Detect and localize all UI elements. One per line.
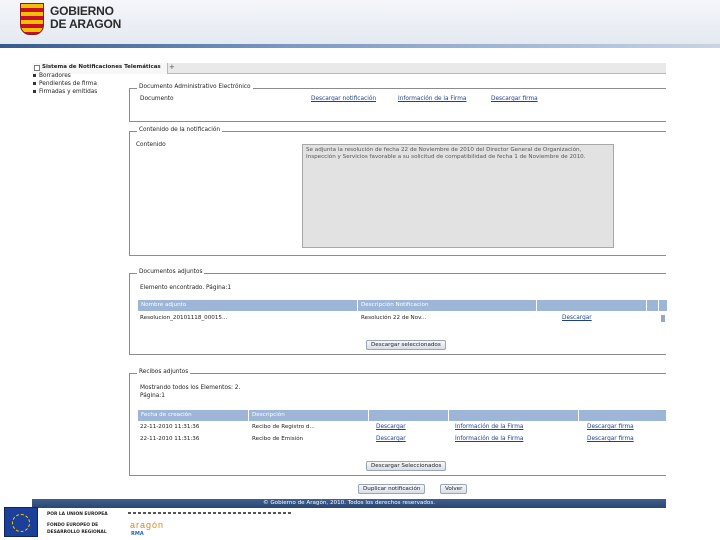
- receipts-legend: Recibos adjuntos: [137, 369, 191, 375]
- attachments-legend: Documentos adjuntos: [137, 269, 205, 275]
- eu-text-line-1: POR LA UNION EUROPEA: [47, 512, 108, 517]
- receipt-description: Recibo de Emisión: [252, 436, 304, 442]
- page-icon: [34, 65, 40, 71]
- sidebar-nav: Borradores Pendientes de firma Firmadas …: [32, 72, 132, 96]
- logo-line-2: DE ARAGON: [50, 17, 122, 31]
- content-legend: Contenido de la notificación: [137, 127, 223, 133]
- duplicate-notification-button[interactable]: Duplicar notificación: [358, 484, 426, 494]
- col-header-name[interactable]: Nombre adjunto: [138, 300, 358, 311]
- aragon-brand-logo: aragón: [130, 520, 165, 530]
- table-row: 22-11-2010 11:31:36 Recibo de Emisión De…: [138, 434, 667, 445]
- receipt-description: Recibo de Registro d...: [252, 424, 315, 430]
- content-panel: Contenido de la notificación Contenido S…: [129, 127, 666, 256]
- browser-tab-label: Sistema de Notificaciones Telemáticas: [42, 64, 161, 70]
- attachment-checkbox[interactable]: [661, 315, 665, 322]
- col-header-blank-a: [369, 410, 449, 421]
- receipts-found-text: Mostrando todos los Elementos: 2.: [140, 385, 241, 391]
- footer-divider: [128, 512, 293, 514]
- receipt-download-link[interactable]: Descargar: [376, 434, 406, 445]
- attachments-found-text: Elemento encontrado. Página:1: [140, 285, 232, 291]
- table-row: Resolucion_20101118_00015... Resolución …: [138, 313, 667, 324]
- table-row: 22-11-2010 11:31:36 Recibo de Registro d…: [138, 422, 667, 433]
- receipt-signature-info-link[interactable]: Información de la Firma: [455, 434, 523, 445]
- eu-text-line-2: FONDO EUROPEO DE: [47, 523, 99, 528]
- receipt-signature-info-link[interactable]: Información de la Firma: [455, 422, 523, 433]
- attachment-name: Resolucion_20101118_00015...: [140, 315, 228, 321]
- download-selected-receipts-button[interactable]: Descargar Seleccionados: [366, 461, 447, 471]
- back-button[interactable]: Volver: [440, 484, 468, 494]
- rma-logo: RMA: [131, 531, 144, 537]
- col-header-description[interactable]: Descripción Notificacion: [358, 300, 537, 311]
- download-selected-attachments-button[interactable]: Descargar seleccionados: [366, 340, 446, 350]
- sidebar-item-borradores[interactable]: Borradores: [32, 72, 132, 80]
- aragon-shield-icon: [20, 3, 44, 35]
- download-notification-link[interactable]: Descargar notificación: [311, 96, 376, 102]
- col-header-date[interactable]: Fecha de creación: [138, 410, 249, 421]
- receipt-date: 22-11-2010 11:31:36: [140, 424, 200, 430]
- col-header-blank-2: [647, 300, 659, 311]
- receipts-page-text: Página:1: [140, 393, 165, 399]
- document-label: Documento: [140, 96, 174, 102]
- receipt-download-link[interactable]: Descargar: [376, 422, 406, 433]
- eu-flag-icon: [4, 507, 38, 537]
- eu-text-line-3: DESARROLLO REGIONAL: [47, 530, 107, 535]
- signature-info-link[interactable]: Información de la Firma: [398, 96, 466, 102]
- doc-admin-legend: Documento Administrativo Electrónico: [137, 84, 253, 90]
- col-header-blank: [537, 300, 647, 311]
- content-label: Contenido: [136, 142, 166, 148]
- new-tab-button[interactable]: +: [169, 63, 175, 71]
- copyright-bar: © Gobierno de Aragón, 2010. Todos los de…: [32, 499, 666, 508]
- receipts-panel: Recibos adjuntos Mostrando todos los Ele…: [129, 369, 667, 476]
- sidebar-item-firmadas[interactable]: Firmadas y emitidas: [32, 88, 132, 96]
- attachment-download-link[interactable]: Descargar: [562, 313, 592, 324]
- receipt-download-signature-link[interactable]: Descargar firma: [587, 434, 634, 445]
- slide-header: GOBIERNO DE ARAGON: [0, 0, 720, 48]
- gobierno-logo-text: GOBIERNO DE ARAGON: [50, 5, 121, 31]
- col-header-blank-b: [449, 410, 579, 421]
- header-accent-line: [0, 44, 720, 48]
- col-header-blank-c: [579, 410, 667, 421]
- receipts-table-header: Fecha de creación Descripción: [138, 410, 667, 421]
- sidebar-item-pendientes[interactable]: Pendientes de firma: [32, 80, 132, 88]
- col-header-description[interactable]: Descripción: [249, 410, 369, 421]
- attachments-panel: Documentos adjuntos Elemento encontrado.…: [129, 269, 667, 355]
- receipt-date: 22-11-2010 11:31:36: [140, 436, 200, 442]
- receipt-download-signature-link[interactable]: Descargar firma: [587, 422, 634, 433]
- eu-stars-icon: [12, 514, 30, 532]
- attachments-table-header: Nombre adjunto Descripción Notificacion: [138, 300, 667, 311]
- attachment-description: Resolución 22 de Nov...: [361, 315, 427, 321]
- content-textarea[interactable]: Se adjunta la resolución de fecha 22 de …: [302, 144, 614, 248]
- doc-admin-panel: Documento Administrativo Electrónico Doc…: [129, 84, 666, 122]
- download-signature-link[interactable]: Descargar firma: [491, 96, 538, 102]
